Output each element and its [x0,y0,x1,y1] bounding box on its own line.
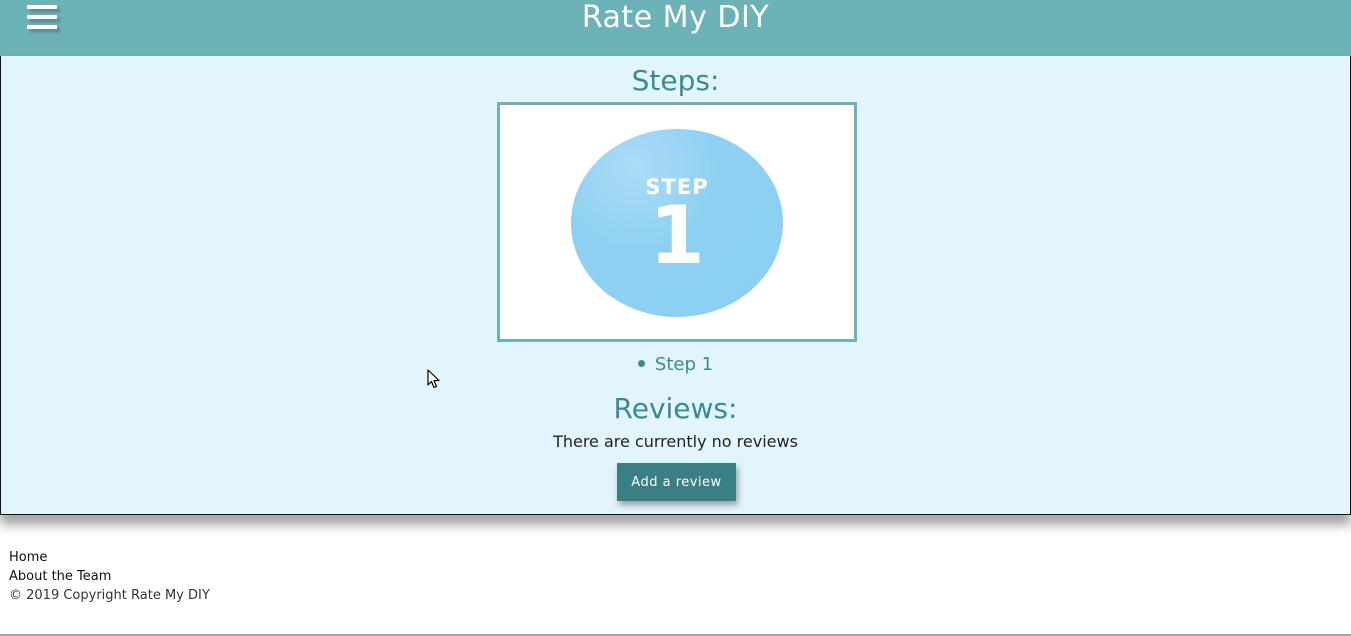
steps-list: Step 1 [1,352,1350,378]
site-footer: Home About the Team © 2019 Copyright Rat… [9,548,210,605]
step-image: STEP 1 [497,102,857,342]
footer-link-home[interactable]: Home [9,548,210,567]
step-badge-number: 1 [649,189,705,282]
add-review-button[interactable]: Add a review [617,463,736,501]
main-content: Steps: STEP 1 Step 1 Reviews: There are … [0,56,1351,515]
mouse-pointer-icon [427,369,440,389]
footer-link-about-team[interactable]: About the Team [9,567,210,586]
step-badge-graphic: STEP 1 [571,129,783,317]
site-header: Rate My DIY [0,0,1351,56]
reviews-heading: Reviews: [613,392,738,425]
step-label: Step 1 [654,354,714,375]
list-item: Step 1 [637,352,714,378]
site-title: Rate My DIY [581,0,770,35]
no-reviews-message: There are currently no reviews [553,432,798,451]
copyright-text: © 2019 Copyright Rate My DIY [9,588,210,603]
bullet-icon [637,360,645,367]
steps-heading: Steps: [631,64,720,97]
